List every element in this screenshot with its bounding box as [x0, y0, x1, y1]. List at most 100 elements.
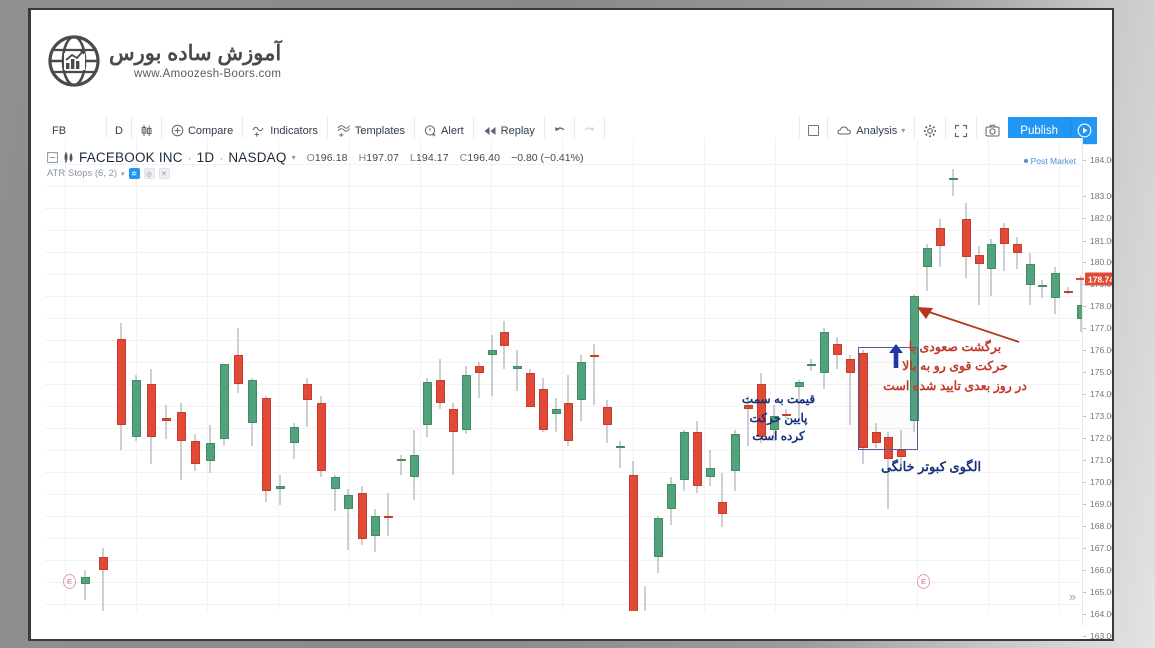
- legend-sep: ·: [219, 150, 224, 165]
- candle-body: [845, 359, 855, 374]
- candle: [794, 138, 804, 611]
- candle-body: [538, 388, 548, 430]
- indicator-name[interactable]: ATR Stops (6, 2): [47, 168, 117, 179]
- legend-symbol-name[interactable]: FACEBOOK INC: [79, 150, 183, 165]
- price-axis[interactable]: 184.00183.00182.00181.00180.00179.00178.…: [1076, 138, 1112, 639]
- indicator-remove-icon[interactable]: ✕: [158, 168, 170, 179]
- minus-box-icon[interactable]: [47, 152, 58, 163]
- earnings-marker[interactable]: E: [63, 574, 76, 589]
- post-market-status: Post Market: [1023, 156, 1076, 166]
- candle: [730, 138, 740, 611]
- candle-body: [961, 218, 971, 258]
- templates-icon: [337, 125, 350, 137]
- candle: [383, 138, 393, 611]
- undo-icon: [554, 127, 565, 131]
- price-axis-label: 175.00: [1083, 367, 1112, 377]
- candle-body: [435, 379, 445, 403]
- chevron-down-icon: ▾: [901, 126, 906, 135]
- post-market-label: Post Market: [1030, 156, 1076, 166]
- candle: [176, 138, 186, 611]
- price-axis-label: 167.00: [1083, 543, 1112, 553]
- price-axis-label: 168.00: [1083, 521, 1112, 531]
- annotation-pattern-name: الگوی کبوتر خانگی: [880, 459, 982, 474]
- alert-label: Alert: [441, 124, 464, 137]
- replay-icon: [484, 126, 496, 135]
- candle-body: [205, 443, 215, 462]
- indicators-label: Indicators: [270, 124, 318, 137]
- brand-name-fa: آموزش ساده بورس: [109, 42, 282, 66]
- indicator-settings-icon[interactable]: ✲: [128, 168, 140, 179]
- legend-main-row: FACEBOOK INC · 1D · NASDAQ ▾ O196.18 H19…: [47, 150, 583, 165]
- candle-body: [1037, 284, 1047, 287]
- price-axis-label: 171.00: [1083, 455, 1112, 465]
- candle: [219, 138, 229, 611]
- candle: [116, 138, 126, 611]
- legend-low: L194.17: [410, 152, 449, 164]
- price-axis-label: 170.00: [1083, 477, 1112, 487]
- candle: [233, 138, 243, 611]
- candle-body: [409, 454, 419, 478]
- candle: [538, 138, 548, 611]
- play-icon: [1077, 123, 1091, 138]
- candle: [628, 138, 638, 611]
- chevron-right-double-icon[interactable]: »: [1069, 589, 1076, 604]
- chevron-down-icon[interactable]: ▾: [121, 170, 125, 178]
- candle-body: [176, 411, 186, 442]
- candle-body: [602, 407, 612, 426]
- candle-body: [98, 556, 108, 571]
- price-axis-label: 176.00: [1083, 345, 1112, 355]
- candle: [1063, 138, 1073, 611]
- candle-body: [525, 373, 535, 408]
- price-axis-label: 180.00: [1083, 257, 1112, 267]
- candle-body: [330, 477, 340, 489]
- legend-indicator-row: ATR Stops (6, 2) ▾ ✲ ◎ ✕: [47, 168, 583, 179]
- legend-interval[interactable]: 1D: [197, 150, 215, 165]
- candle-body: [275, 486, 285, 489]
- price-axis-label: 181.00: [1083, 236, 1112, 246]
- candle-body: [832, 343, 842, 355]
- legend-open: O196.18: [307, 152, 348, 164]
- candle-body: [219, 364, 229, 439]
- candle: [131, 138, 141, 611]
- candle: [819, 138, 829, 611]
- candle-body: [551, 409, 561, 414]
- candle-wick: [555, 398, 557, 432]
- legend-exchange[interactable]: NASDAQ: [228, 150, 286, 165]
- candle-body: [190, 441, 200, 464]
- candle-wick: [387, 493, 389, 537]
- candle-body: [448, 409, 458, 432]
- candle-body: [131, 379, 141, 437]
- candle: [666, 138, 676, 611]
- candle-body: [316, 402, 326, 471]
- candle-wick: [491, 334, 493, 396]
- candle-body: [653, 518, 663, 557]
- candle: [461, 138, 471, 611]
- last-price-badge: 178.74: [1085, 272, 1112, 286]
- candle-body: [1012, 243, 1022, 253]
- candle-wick: [593, 343, 595, 405]
- candle: [98, 138, 108, 611]
- chevron-down-icon[interactable]: ▾: [292, 153, 296, 162]
- candle: [615, 138, 625, 611]
- candle-body: [233, 354, 243, 385]
- candle-body: [692, 432, 702, 487]
- candle: [653, 138, 663, 611]
- candle: [525, 138, 535, 611]
- candle-wick: [84, 570, 86, 600]
- candle-body: [717, 502, 727, 514]
- candle: [370, 138, 380, 611]
- indicator-hide-icon[interactable]: ◎: [143, 168, 155, 179]
- candle-body: [247, 379, 257, 423]
- price-axis-label: 169.00: [1083, 499, 1112, 509]
- earnings-marker[interactable]: E: [917, 574, 930, 589]
- candle: [261, 138, 271, 611]
- candle: [589, 138, 599, 611]
- compare-label: Compare: [187, 124, 234, 137]
- legend-high-value: 197.07: [366, 151, 399, 164]
- logo-wordmark: آموزش ساده بورس www.Amoozesh-Boors.com: [109, 42, 281, 79]
- candle: [487, 138, 497, 611]
- price-axis-label: 172.00: [1083, 433, 1112, 443]
- candle-body: [302, 384, 312, 401]
- cloud-icon: [837, 126, 852, 135]
- candles-icon: [141, 125, 152, 136]
